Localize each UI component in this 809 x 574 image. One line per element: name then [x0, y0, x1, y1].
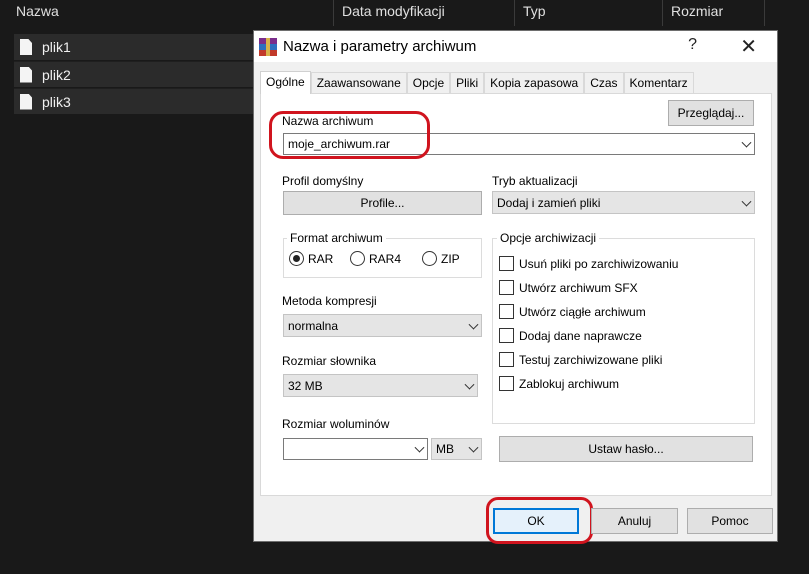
option-label: Testuj zarchiwizowane pliki: [519, 352, 663, 367]
file-icon: [20, 39, 32, 55]
file-row[interactable]: plik1: [14, 34, 259, 60]
column-header-size[interactable]: Rozmiar: [662, 0, 765, 26]
close-icon[interactable]: ✕: [740, 34, 757, 59]
file-row[interactable]: plik2: [14, 61, 259, 87]
checkbox-icon: [499, 352, 514, 367]
radio-selected-icon: [289, 251, 304, 266]
checkbox-icon: [499, 376, 514, 391]
format-group-title: Format archiwum: [287, 231, 386, 245]
compression-value: normalna: [288, 318, 339, 333]
archive-name-label: Nazwa archiwum: [282, 114, 374, 128]
compression-select[interactable]: normalna: [283, 314, 482, 337]
option-delete-files[interactable]: Usuń pliki po zarchiwizowaniu: [499, 256, 678, 271]
tab-files[interactable]: Pliki: [450, 72, 485, 93]
update-mode-label: Tryb aktualizacji: [492, 174, 578, 188]
default-profile-label: Profil domyślny: [282, 174, 364, 188]
checkbox-icon: [499, 280, 514, 295]
chevron-down-icon[interactable]: [741, 137, 752, 148]
file-name: plik3: [42, 93, 71, 110]
checkbox-icon: [499, 328, 514, 343]
cancel-button[interactable]: Anuluj: [591, 508, 678, 534]
format-radio-rar4[interactable]: RAR4: [350, 251, 401, 266]
update-mode-value: Dodaj i zamień pliki: [497, 195, 601, 210]
archive-dialog: Nazwa i parametry archiwum ? ✕ Ogólne Za…: [253, 30, 778, 544]
volume-unit-value: MB: [436, 442, 454, 456]
checkbox-icon: [499, 256, 514, 271]
dictionary-select[interactable]: 32 MB: [283, 374, 478, 397]
ok-button[interactable]: OK: [493, 508, 579, 534]
radio-icon: [350, 251, 365, 266]
option-label: Utwórz ciągłe archiwum: [519, 304, 646, 319]
volume-unit-select[interactable]: MB: [431, 438, 482, 460]
option-solid[interactable]: Utwórz ciągłe archiwum: [499, 304, 646, 319]
file-icon: [20, 93, 32, 110]
compression-label: Metoda kompresji: [282, 294, 377, 308]
column-header-name[interactable]: Nazwa: [8, 0, 333, 26]
winrar-icon: [259, 37, 277, 56]
radio-icon: [422, 251, 437, 266]
tab-bar: Ogólne Zaawansowane Opcje Pliki Kopia za…: [260, 71, 694, 94]
column-header-type[interactable]: Typ: [514, 0, 662, 26]
tab-time[interactable]: Czas: [584, 72, 624, 93]
chevron-down-icon[interactable]: [468, 319, 479, 330]
dialog-title: Nazwa i parametry archiwum: [283, 38, 477, 55]
option-label: Dodaj dane naprawcze: [519, 328, 642, 343]
dictionary-label: Rozmiar słownika: [282, 354, 377, 368]
archive-name-input[interactable]: moje_archiwum.rar: [283, 133, 755, 155]
option-sfx[interactable]: Utwórz archiwum SFX: [499, 280, 638, 295]
option-label: Zablokuj archiwum: [519, 376, 620, 391]
file-name: plik1: [42, 39, 71, 55]
options-group-title: Opcje archiwizacji: [497, 231, 600, 245]
chevron-down-icon[interactable]: [468, 442, 479, 453]
tab-general[interactable]: Ogólne: [260, 71, 311, 94]
option-label: Utwórz archiwum SFX: [519, 280, 638, 295]
option-recovery[interactable]: Dodaj dane naprawcze: [499, 328, 642, 343]
volume-size-input[interactable]: [283, 438, 428, 460]
file-row[interactable]: plik3: [14, 88, 259, 114]
format-rar4-label: RAR4: [369, 251, 402, 266]
tab-advanced[interactable]: Zaawansowane: [310, 72, 407, 93]
checkbox-icon: [499, 304, 514, 319]
set-password-button[interactable]: Ustaw hasło...: [499, 436, 753, 462]
format-zip-label: ZIP: [441, 251, 460, 266]
option-lock[interactable]: Zablokuj archiwum: [499, 376, 619, 391]
volume-size-label: Rozmiar woluminów: [282, 417, 390, 431]
format-radio-rar[interactable]: RAR: [289, 251, 333, 266]
browse-button[interactable]: Przeglądaj...: [668, 100, 754, 126]
file-name: plik2: [42, 66, 71, 83]
chevron-down-icon[interactable]: [414, 442, 425, 453]
chevron-down-icon[interactable]: [741, 196, 752, 207]
option-label: Usuń pliki po zarchiwizowaniu: [519, 256, 679, 271]
tab-options[interactable]: Opcje: [406, 72, 451, 93]
tab-comment[interactable]: Komentarz: [623, 72, 694, 93]
tab-backup[interactable]: Kopia zapasowa: [484, 72, 585, 93]
general-tab-panel: Nazwa archiwum Przeglądaj... moje_archiw…: [260, 93, 772, 496]
format-rar-label: RAR: [308, 251, 334, 266]
format-radio-zip[interactable]: ZIP: [422, 251, 460, 266]
dictionary-value: 32 MB: [288, 378, 323, 393]
dialog-titlebar[interactable]: Nazwa i parametry archiwum ? ✕: [254, 31, 777, 62]
update-mode-select[interactable]: Dodaj i zamień pliki: [492, 191, 755, 214]
help-button[interactable]: Pomoc: [687, 508, 773, 534]
profiles-button[interactable]: Profile...: [283, 191, 482, 215]
column-header-date[interactable]: Data modyfikacji: [333, 0, 514, 26]
archive-name-value: moje_archiwum.rar: [288, 137, 391, 151]
chevron-down-icon[interactable]: [464, 379, 475, 390]
file-icon: [20, 66, 32, 83]
option-test[interactable]: Testuj zarchiwizowane pliki: [499, 352, 662, 367]
help-icon[interactable]: ?: [688, 36, 697, 54]
